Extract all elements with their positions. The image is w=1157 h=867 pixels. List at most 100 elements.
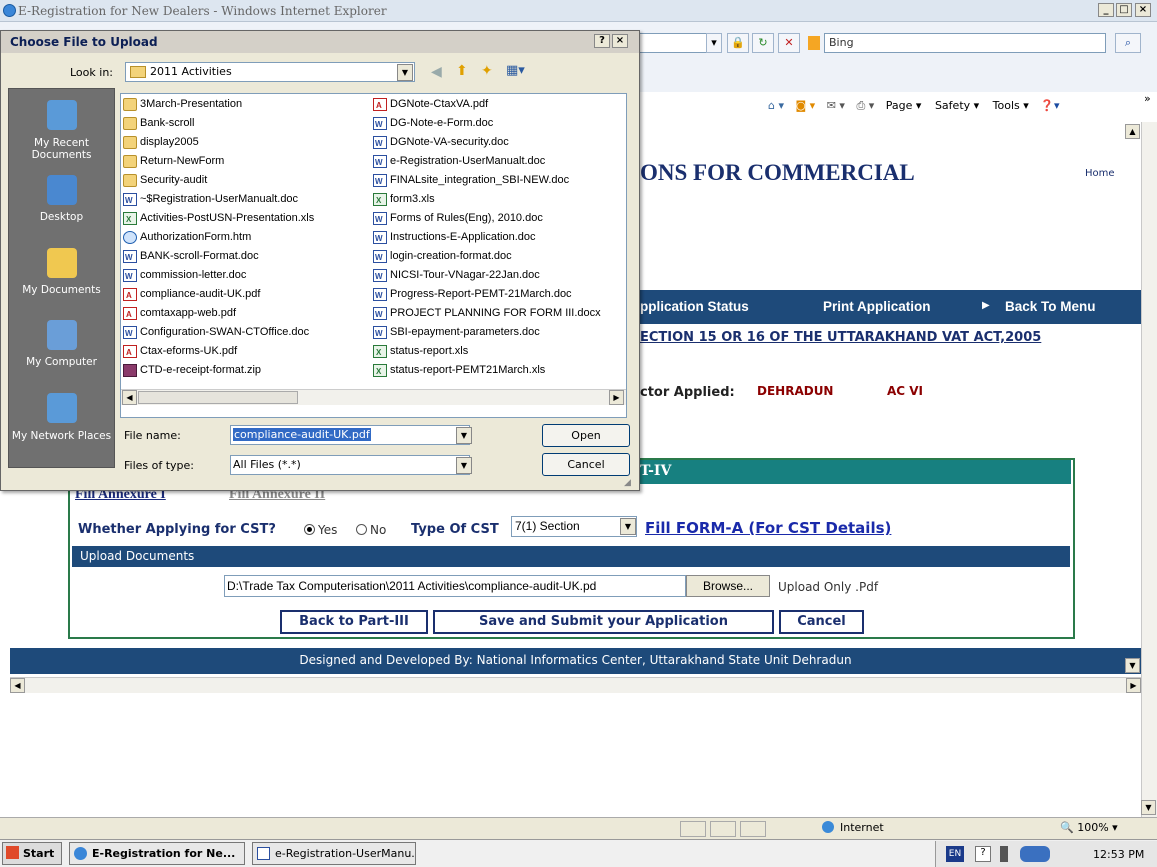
minimize-button[interactable]: _: [1098, 3, 1114, 17]
place-my-documents[interactable]: My Documents: [8, 284, 115, 296]
file-item[interactable]: AuthorizationForm.htm: [122, 230, 251, 245]
safety-menu[interactable]: Safety ▾: [935, 99, 979, 112]
mail-icon[interactable]: ✉ ▾: [827, 99, 845, 112]
print-icon[interactable]: ⎙ ▾: [856, 99, 874, 112]
page-menu[interactable]: Page ▾: [886, 99, 922, 112]
cst-no-radio[interactable]: [356, 524, 367, 535]
desktop-icon[interactable]: [47, 175, 77, 205]
resize-grip-icon[interactable]: ◢: [624, 478, 631, 488]
scroll-down-icon[interactable]: ▼: [1141, 800, 1156, 815]
file-item[interactable]: NICSI-Tour-VNagar-22Jan.doc: [372, 268, 540, 284]
look-in-select[interactable]: 2011 Activities: [125, 62, 415, 82]
upload-file-input[interactable]: D:\Trade Tax Computerisation\2011 Activi…: [224, 575, 686, 597]
save-submit-button[interactable]: Save and Submit your Application: [433, 610, 774, 634]
file-item[interactable]: Forms of Rules(Eng), 2010.doc: [372, 211, 543, 227]
file-item[interactable]: display2005: [122, 135, 199, 150]
back-to-part-3-button[interactable]: Back to Part-III: [280, 610, 428, 634]
place-desktop[interactable]: Desktop: [8, 211, 115, 223]
lock-icon[interactable]: 🔒: [727, 33, 749, 53]
file-item[interactable]: DGNote-CtaxVA.pdf: [372, 97, 488, 113]
file-item[interactable]: BANK-scroll-Format.doc: [122, 249, 259, 265]
chevron-down-icon[interactable]: ▼: [456, 457, 472, 474]
language-indicator[interactable]: EN: [946, 846, 964, 862]
cst-yes-radio[interactable]: [304, 524, 315, 535]
scroll-right-icon[interactable]: ▶: [1126, 678, 1141, 693]
file-item[interactable]: status-report-PEMT21March.xls: [372, 363, 545, 379]
file-item[interactable]: Configuration-SWAN-CTOffice.doc: [122, 325, 309, 341]
dialog-close-button[interactable]: ×: [612, 34, 628, 48]
cancel-page-button[interactable]: Cancel: [779, 610, 864, 634]
menu-back-to-menu[interactable]: Back To Menu: [1005, 299, 1096, 314]
close-button[interactable]: ×: [1135, 3, 1151, 17]
file-item[interactable]: Ctax-eforms-UK.pdf: [122, 344, 237, 360]
file-item[interactable]: status-report.xls: [372, 344, 468, 360]
maximize-button[interactable]: □: [1116, 3, 1132, 17]
refresh-icon[interactable]: ↻: [752, 33, 774, 53]
view-menu-icon[interactable]: ▦▾: [506, 63, 525, 78]
horizontal-scrollbar[interactable]: [10, 677, 1141, 693]
file-item[interactable]: login-creation-format.doc: [372, 249, 512, 265]
taskbar-ie-window[interactable]: E-Registration for Ne...: [69, 842, 245, 865]
file-item[interactable]: SBI-epayment-parameters.doc: [372, 325, 540, 341]
taskbar-word-window[interactable]: e-Registration-UserManu...: [252, 842, 416, 865]
file-item[interactable]: Progress-Report-PEMT-21March.doc: [372, 287, 572, 303]
browse-button[interactable]: Browse...: [686, 575, 770, 597]
dialog-cancel-button[interactable]: Cancel: [542, 453, 630, 476]
file-item[interactable]: PROJECT PLANNING FOR FORM III.docx: [372, 306, 601, 322]
file-item[interactable]: Instructions-E-Application.doc: [372, 230, 536, 246]
open-button[interactable]: Open: [542, 424, 630, 447]
type-cst-select[interactable]: 7(1) Section: [511, 516, 637, 537]
file-item[interactable]: Return-NewForm: [122, 154, 224, 169]
back-icon[interactable]: ◀: [431, 64, 442, 80]
vertical-scrollbar[interactable]: [1141, 122, 1157, 822]
home-icon[interactable]: ⌂ ▾: [768, 99, 784, 112]
up-folder-icon[interactable]: ⬆: [456, 63, 468, 79]
file-item[interactable]: comtaxapp-web.pdf: [122, 306, 236, 322]
fill-form-a-link[interactable]: Fill FORM-A (For CST Details): [645, 519, 891, 537]
file-item[interactable]: DGNote-VA-security.doc: [372, 135, 509, 151]
my-documents-icon[interactable]: [47, 248, 77, 278]
section-heading[interactable]: ECTION 15 OR 16 OF THE UTTARAKHAND VAT A…: [640, 330, 1041, 345]
place-my-computer[interactable]: My Computer: [8, 356, 115, 368]
new-folder-icon[interactable]: ✦: [481, 63, 493, 79]
chevron-down-icon[interactable]: ▼: [456, 427, 472, 444]
tray-app-icon[interactable]: [1020, 846, 1050, 862]
place-network[interactable]: My Network Places: [8, 430, 115, 442]
tools-menu[interactable]: Tools ▾: [993, 99, 1029, 112]
search-input[interactable]: Bing: [824, 33, 1106, 53]
file-item[interactable]: Activities-PostUSN-Presentation.xls: [122, 211, 314, 227]
stop-icon[interactable]: ✕: [778, 33, 800, 53]
feeds-icon[interactable]: ◙ ▾: [796, 99, 816, 112]
file-item[interactable]: commission-letter.doc: [122, 268, 246, 284]
frame-scroll-down-icon[interactable]: ▼: [1125, 658, 1140, 673]
file-item[interactable]: FINALsite_integration_SBI-NEW.doc: [372, 173, 569, 189]
dialog-help-button[interactable]: ?: [594, 34, 610, 48]
recent-documents-icon[interactable]: [47, 100, 77, 130]
menu-print-application[interactable]: Print Application: [823, 299, 931, 314]
file-item[interactable]: ~$Registration-UserManualt.doc: [122, 192, 298, 208]
file-item[interactable]: 3March-Presentation: [122, 97, 242, 112]
file-item[interactable]: CTD-e-receipt-format.zip: [122, 363, 261, 378]
file-item[interactable]: form3.xls: [372, 192, 435, 208]
chevron-down-icon[interactable]: ▼: [397, 64, 413, 81]
place-recent[interactable]: My Recent Documents: [8, 137, 115, 161]
network-tray-icon[interactable]: [1000, 846, 1008, 862]
my-computer-icon[interactable]: [47, 320, 77, 350]
help-tray-icon[interactable]: ?: [975, 846, 991, 862]
file-item[interactable]: compliance-audit-UK.pdf: [122, 287, 260, 303]
file-name-input[interactable]: compliance-audit-UK.pdf: [230, 425, 470, 445]
scroll-left-icon[interactable]: ◀: [10, 678, 25, 693]
file-item[interactable]: Security-audit: [122, 173, 207, 188]
menu-application-status[interactable]: pplication Status: [640, 299, 749, 314]
chevron-right-icon[interactable]: »: [1144, 92, 1151, 105]
search-icon[interactable]: ⌕: [1115, 33, 1141, 53]
file-item[interactable]: DG-Note-e-Form.doc: [372, 116, 493, 132]
address-bar[interactable]: [630, 33, 710, 53]
network-places-icon[interactable]: [47, 393, 77, 423]
file-item[interactable]: e-Registration-UserManualt.doc: [372, 154, 545, 170]
files-of-type-select[interactable]: All Files (*.*): [230, 455, 470, 475]
address-dropdown-icon[interactable]: ▾: [706, 33, 722, 53]
file-item[interactable]: Bank-scroll: [122, 116, 194, 131]
scroll-right-icon[interactable]: ▶: [609, 390, 624, 405]
frame-scroll-up-icon[interactable]: ▲: [1125, 124, 1140, 139]
